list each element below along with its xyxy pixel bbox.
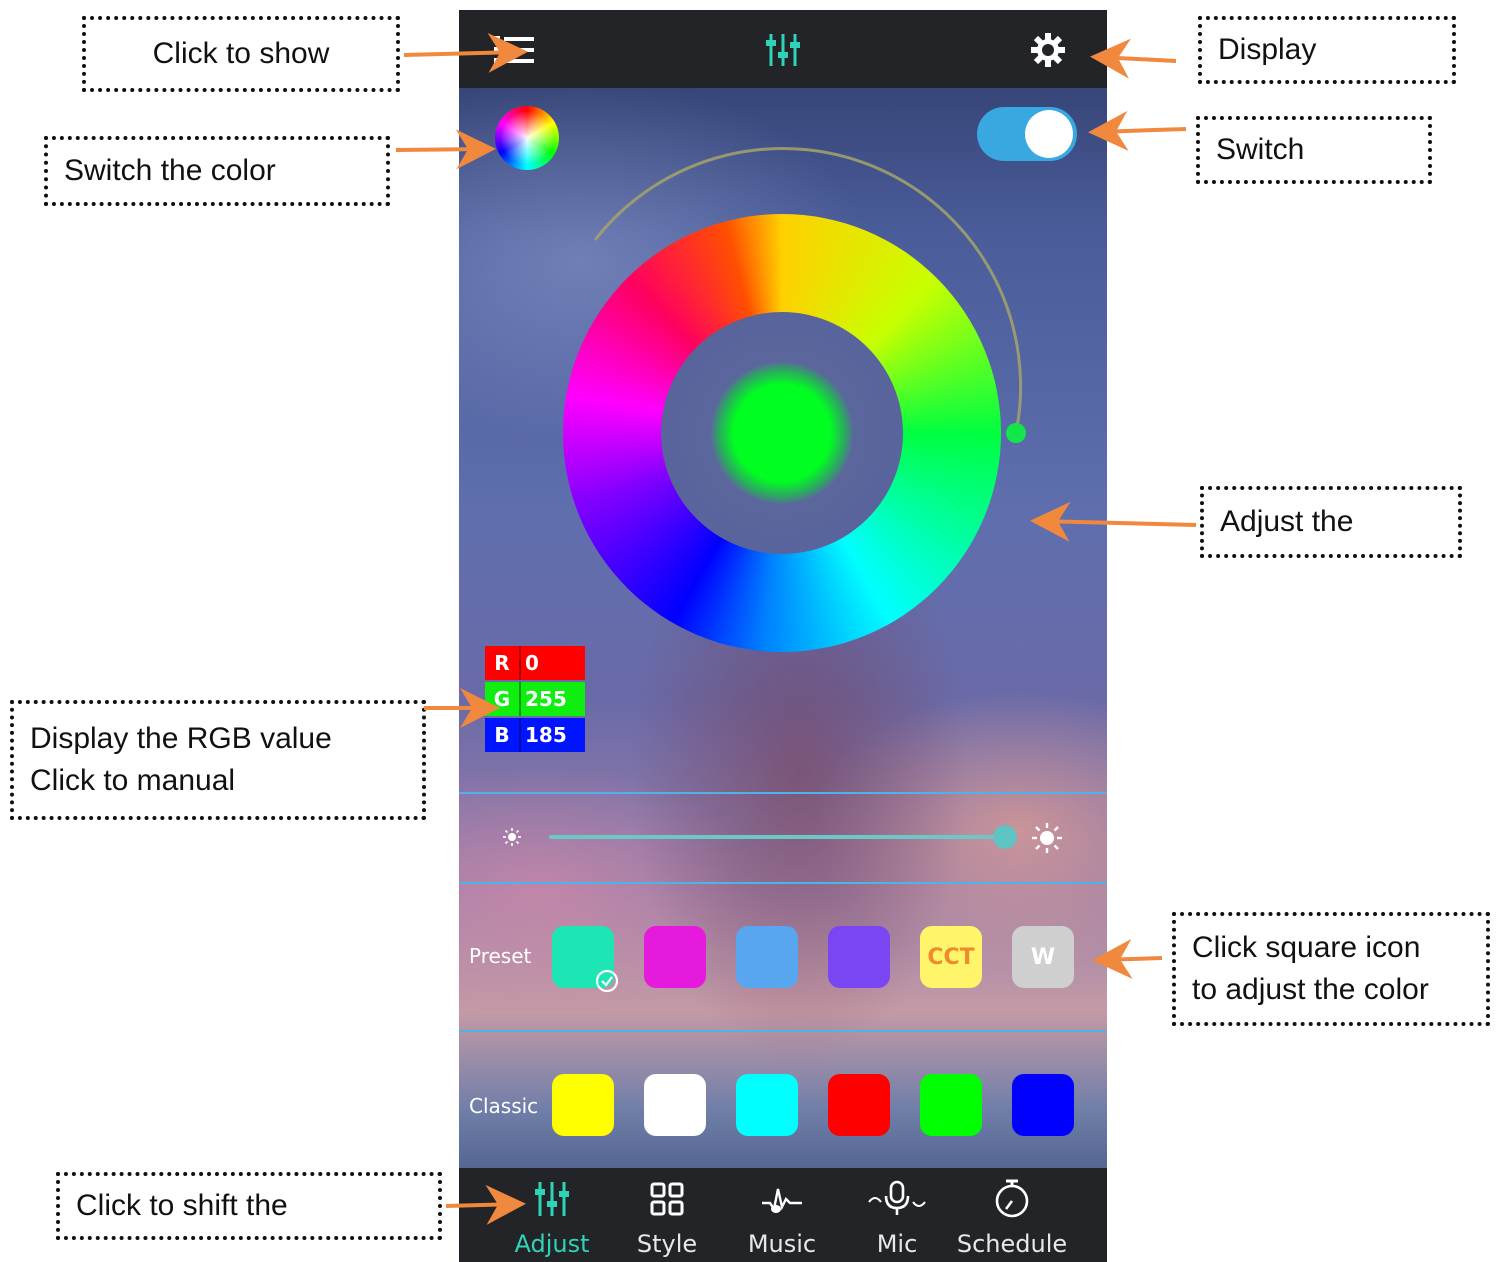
rgb-row-r[interactable]: R 0 <box>485 646 585 680</box>
timer-icon <box>952 1178 1072 1220</box>
tab-style[interactable]: Style <box>607 1168 727 1262</box>
b-label: B <box>485 718 521 752</box>
classic-swatch-5[interactable] <box>920 1074 982 1136</box>
check-icon <box>595 969 619 993</box>
b-value: 185 <box>525 723 567 747</box>
callout-adjust: Adjust the <box>1200 486 1462 558</box>
callout-display-text: Display <box>1218 33 1317 66</box>
callout-power-switch-text: Switch <box>1216 133 1305 166</box>
g-label: G <box>485 682 521 716</box>
tab-adjust[interactable]: Adjust <box>492 1168 612 1262</box>
preset-swatch-text: W <box>1030 944 1056 970</box>
tab-adjust-label: Adjust <box>514 1230 590 1258</box>
tab-schedule-label: Schedule <box>956 1230 1068 1258</box>
tab-music-label: Music <box>747 1230 817 1258</box>
classic-swatch-2[interactable] <box>644 1074 706 1136</box>
divider-bottom <box>459 1030 1107 1032</box>
preset-swatch-3[interactable] <box>736 926 798 988</box>
divider-middle <box>459 882 1107 884</box>
tab-schedule[interactable]: Schedule <box>952 1168 1072 1262</box>
preset-swatch-text: CCT <box>927 944 975 970</box>
preset-swatch-1[interactable] <box>552 926 619 993</box>
sliders-icon <box>492 1178 612 1220</box>
preset-swatch-6[interactable]: W <box>1012 926 1074 988</box>
callout-rgb-line2: Click to manual <box>30 764 236 797</box>
tab-style-label: Style <box>636 1230 698 1258</box>
divider-top <box>459 792 1107 794</box>
callout-shift-text: Click to shift the <box>76 1189 288 1222</box>
callout-color-switch: Switch the color <box>44 136 390 206</box>
callout-menu: Click to show <box>82 16 400 92</box>
callout-rgb-line1: Display the RGB value <box>30 722 332 755</box>
microphone-icon <box>837 1178 957 1220</box>
brightness-high-icon <box>1029 820 1065 856</box>
g-value: 255 <box>525 687 567 711</box>
tab-music[interactable]: Music <box>722 1168 842 1262</box>
callout-square-line1: Click square icon <box>1192 931 1421 964</box>
preset-swatch-4[interactable] <box>828 926 890 988</box>
phone-screen: R 0 G 255 B 185 Preset CCT W Classic Adj… <box>459 10 1107 1262</box>
classic-swatch-1[interactable] <box>552 1074 614 1136</box>
selected-color-preview <box>711 362 853 504</box>
classic-swatch-6[interactable] <box>1012 1074 1074 1136</box>
brightness-slider-knob[interactable] <box>993 825 1017 849</box>
arc-handle[interactable] <box>1006 423 1026 443</box>
callout-shift: Click to shift the <box>56 1172 442 1240</box>
callout-menu-text: Click to show <box>152 37 330 70</box>
callout-rgb: Display the RGB value Click to manual <box>10 700 426 820</box>
classic-swatch-3[interactable] <box>736 1074 798 1136</box>
callout-display: Display <box>1198 16 1456 84</box>
preset-swatch-5[interactable]: CCT <box>920 926 982 988</box>
callout-color-switch-text: Switch the color <box>64 154 276 187</box>
bottom-tab-bar: Adjust Style Music Mic Schedule <box>459 1168 1107 1262</box>
r-value: 0 <box>525 651 539 675</box>
tab-mic-label: Mic <box>876 1230 918 1258</box>
callout-adjust-text: Adjust the <box>1220 505 1354 538</box>
classic-swatch-4[interactable] <box>828 1074 890 1136</box>
rgb-value-panel[interactable]: R 0 G 255 B 185 <box>485 646 585 754</box>
callout-power-switch: Switch <box>1196 116 1432 184</box>
r-label: R <box>485 646 521 680</box>
preset-swatch-2[interactable] <box>644 926 706 988</box>
callout-square-line2: to adjust the color <box>1192 973 1429 1006</box>
classic-label: Classic <box>469 1094 539 1118</box>
rgb-row-g[interactable]: G 255 <box>485 682 585 716</box>
preset-label: Preset <box>469 944 532 968</box>
grid-icon <box>607 1178 727 1220</box>
tab-mic[interactable]: Mic <box>837 1168 957 1262</box>
brightness-slider[interactable] <box>549 835 1004 839</box>
music-note-icon <box>722 1178 842 1220</box>
rgb-row-b[interactable]: B 185 <box>485 718 585 752</box>
brightness-low-icon <box>499 824 525 850</box>
callout-square: Click square icon to adjust the color <box>1172 912 1490 1026</box>
